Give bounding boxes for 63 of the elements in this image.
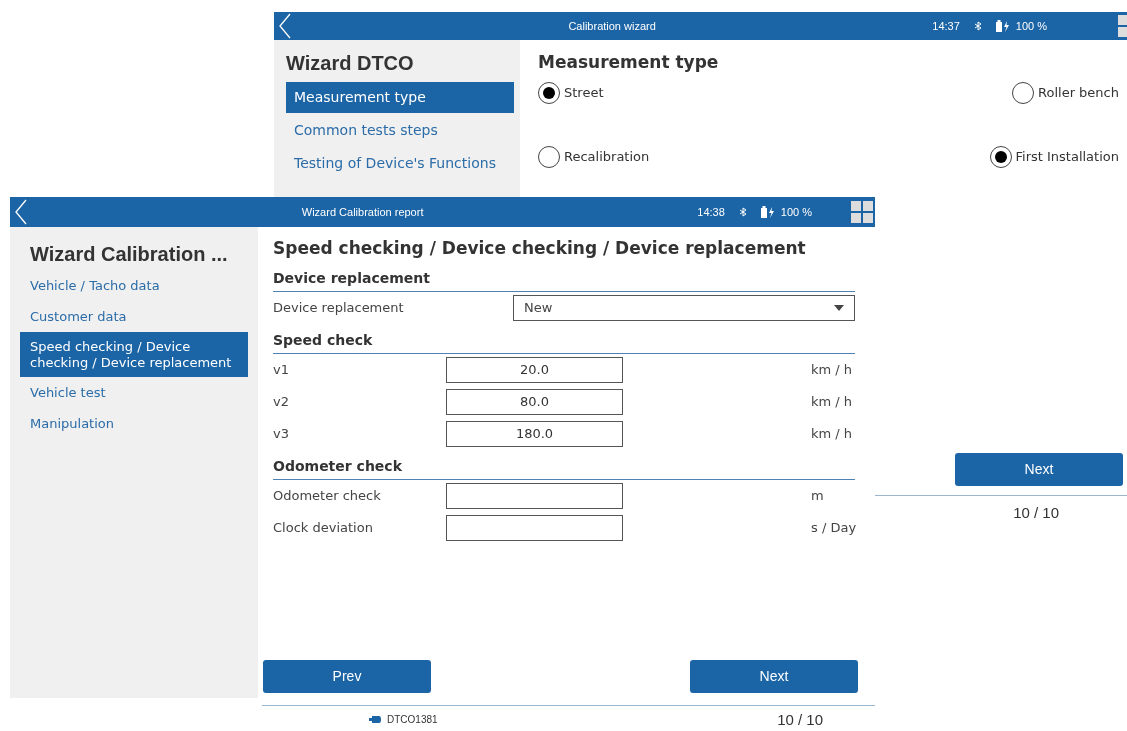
page-counter: 10 / 10 (1013, 502, 1059, 523)
option-label: First Installation (1015, 147, 1119, 166)
unit-label: km / h (811, 424, 854, 443)
radio-button[interactable] (538, 145, 560, 168)
input-field[interactable] (446, 514, 623, 541)
back-icon[interactable] (14, 199, 28, 225)
device-label: DTCO1381 (387, 713, 438, 728)
sidebar-item[interactable]: Testing of Device's Functions (286, 147, 514, 179)
sidebar-title: Wizard Calibration ... (29, 242, 229, 267)
next-button[interactable]: Next (955, 452, 1123, 486)
field-label: v2 (273, 392, 290, 411)
prev-button[interactable]: Prev (263, 659, 431, 693)
field-label: v1 (273, 360, 290, 379)
back-icon[interactable] (278, 13, 292, 39)
battery-icon (995, 20, 1010, 32)
unit-label: km / h (811, 392, 854, 411)
battery-icon (760, 206, 775, 218)
grid-icon[interactable] (851, 201, 873, 223)
window-title: Calibration wizard (567, 18, 657, 34)
caret-icon (834, 304, 844, 311)
sidebar-item[interactable]: Speed checking / Device checking / Device replacement (20, 332, 248, 378)
field-label: v3 (273, 424, 290, 443)
page-heading: Speed checking / Device checking / Device replacement (273, 237, 807, 260)
page-counter: 10 / 10 (777, 709, 823, 730)
clock-time: 14:38 (697, 204, 725, 220)
plug-icon (369, 716, 381, 724)
input-field[interactable]: 80.0 (446, 388, 623, 415)
input-field[interactable]: 180.0 (446, 420, 623, 447)
radio-button[interactable] (538, 81, 560, 104)
unit-label: m (811, 486, 825, 505)
sidebar-item[interactable]: Manipulation (20, 408, 248, 439)
section-heading: Odometer check (273, 455, 855, 480)
radio-button[interactable] (989, 145, 1012, 168)
sidebar-title: Wizard DTCO (286, 51, 415, 76)
unit-label: s / Day (811, 518, 855, 537)
option-label: Roller bench (1038, 83, 1119, 102)
input-field[interactable] (446, 482, 623, 509)
window-title: Wizard Calibration report (300, 204, 425, 220)
dropdown-field[interactable]: New (513, 294, 855, 321)
sidebar-item[interactable]: Vehicle test (20, 378, 248, 408)
battery-level: 100 % (1015, 18, 1047, 34)
bluetooth-icon (973, 21, 982, 31)
next-button[interactable]: Next (690, 659, 858, 693)
section-heading: Speed check (273, 329, 855, 354)
option-label: Street (564, 83, 604, 102)
unit-label: km / h (811, 360, 854, 379)
section-heading: Measurement type (538, 51, 720, 74)
field-label: Odometer check (273, 486, 382, 505)
radio-button[interactable] (1012, 81, 1034, 104)
sidebar-item[interactable]: Measurement type (286, 82, 514, 113)
sidebar-item[interactable]: Common tests steps (286, 114, 514, 146)
field-label: Clock deviation (273, 518, 374, 537)
clock-time: 14:37 (932, 18, 960, 34)
grid-icon[interactable] (1118, 15, 1127, 37)
battery-level: 100 % (780, 204, 812, 220)
field-label: Device replacement (273, 298, 405, 317)
input-field[interactable]: 20.0 (446, 356, 623, 383)
dropdown-value: New (524, 298, 553, 317)
bluetooth-icon (738, 207, 747, 217)
sidebar-item[interactable]: Vehicle / Tacho data (20, 271, 248, 301)
option-label: Recalibration (564, 147, 650, 166)
section-heading: Device replacement (273, 267, 855, 292)
sidebar-item[interactable]: Customer data (20, 301, 248, 332)
